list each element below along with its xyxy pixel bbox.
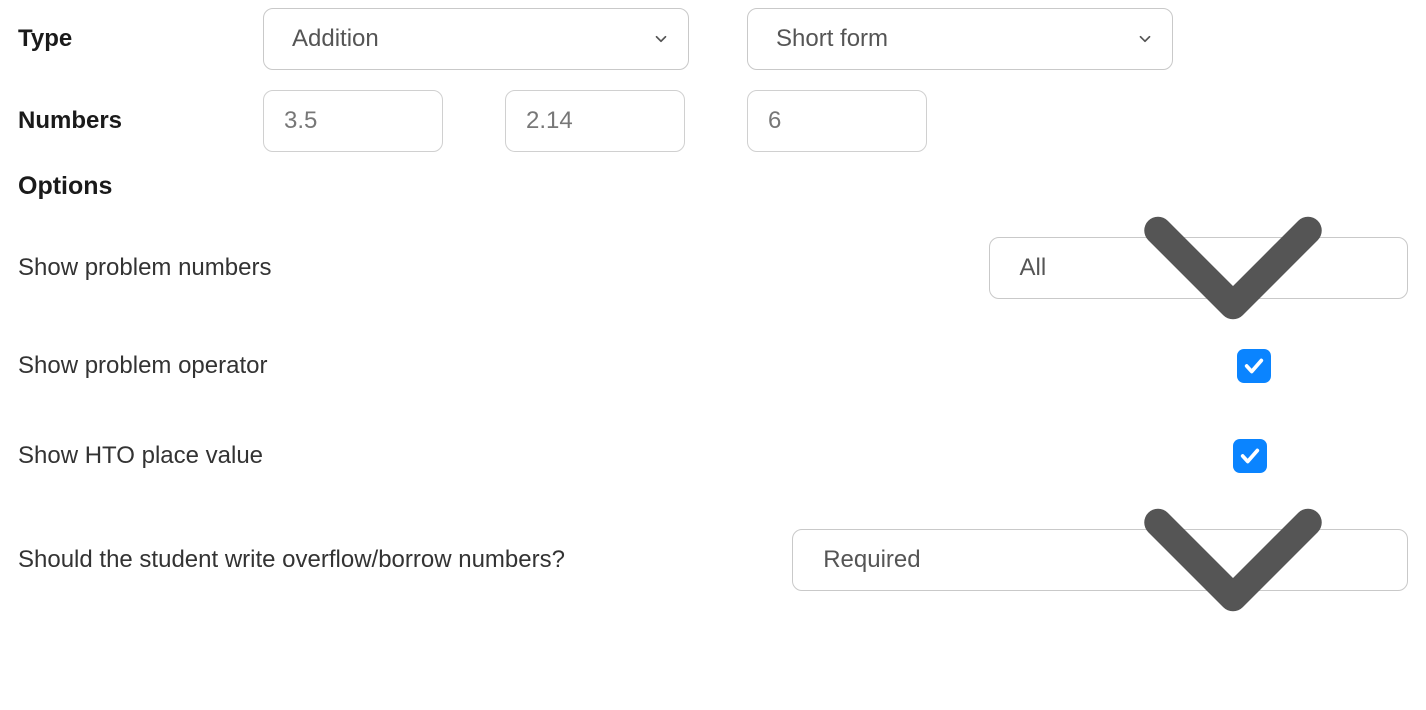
chevron-down-icon: [652, 30, 670, 48]
option-show-problem-numbers: Show problem numbers All: [18, 237, 1408, 299]
show-problem-operator-checkbox[interactable]: [1237, 349, 1271, 383]
check-icon: [1239, 445, 1261, 467]
option-label-show-hto: Show HTO place value: [18, 442, 263, 470]
type-select-value: Addition: [292, 25, 379, 53]
number-input-3[interactable]: [747, 90, 927, 152]
option-label-show-problem-operator: Show problem operator: [18, 352, 267, 380]
number-input-1[interactable]: [263, 90, 443, 152]
type-row: Type Addition Short form: [18, 8, 1408, 70]
show-problem-numbers-value: All: [1020, 254, 1047, 282]
number-input-2[interactable]: [505, 90, 685, 152]
type-label: Type: [18, 25, 263, 53]
check-icon: [1243, 355, 1265, 377]
option-label-overflow-borrow: Should the student write overflow/borrow…: [18, 546, 565, 573]
option-overflow-borrow: Should the student write overflow/borrow…: [18, 529, 1408, 591]
numbers-inputs: [263, 90, 927, 152]
chevron-down-icon: [1083, 118, 1383, 418]
overflow-borrow-select[interactable]: Required: [792, 529, 1408, 591]
overflow-borrow-value: Required: [823, 546, 920, 574]
show-hto-checkbox[interactable]: [1233, 439, 1267, 473]
form-select[interactable]: Short form: [747, 8, 1173, 70]
form-select-value: Short form: [776, 25, 888, 53]
option-label-show-problem-numbers: Show problem numbers: [18, 254, 271, 281]
chevron-down-icon: [1136, 30, 1154, 48]
type-controls: Addition Short form: [263, 8, 1173, 70]
type-select[interactable]: Addition: [263, 8, 689, 70]
numbers-label: Numbers: [18, 107, 263, 135]
show-problem-numbers-select[interactable]: All: [989, 237, 1408, 299]
